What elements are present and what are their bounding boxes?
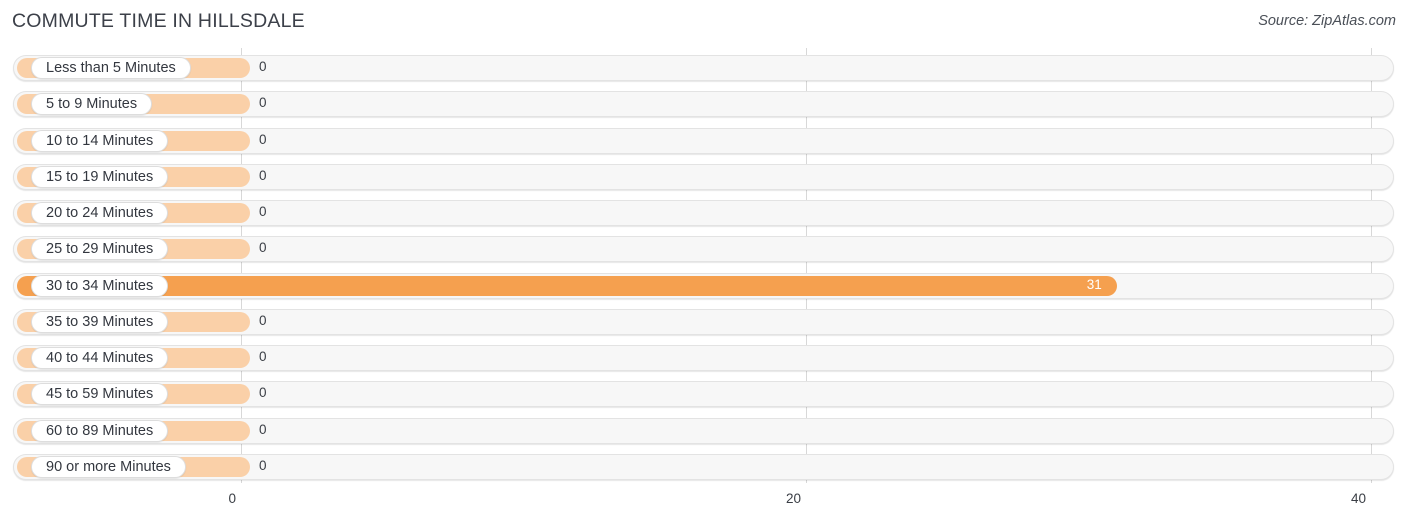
bar-value-label: 0 [259, 240, 267, 256]
bar-value-label: 0 [259, 457, 267, 473]
page-title: COMMUTE TIME IN HILLSDALE [12, 10, 305, 32]
bar-category-label: 40 to 44 Minutes [31, 347, 169, 370]
bar-category-label: Less than 5 Minutes [31, 57, 191, 79]
bar-category-label: 90 or more Minutes [31, 455, 186, 478]
bar-category-label: 35 to 39 Minutes [31, 310, 169, 333]
bar-category-label: 30 to 34 Minutes [31, 274, 169, 297]
chart-row[interactable]: 25 to 29 Minutes 0 [13, 236, 1394, 263]
chart-row[interactable]: 30 to 34 Minutes 31 [13, 272, 1394, 299]
bar-category-label: 15 to 19 Minutes [31, 165, 169, 188]
bar-value-label: 0 [259, 167, 267, 183]
bar-value-label: 0 [259, 95, 267, 111]
bar-value-label: 0 [259, 204, 267, 220]
bar-category-label: 60 to 89 Minutes [31, 419, 169, 442]
bar-value-label: 0 [259, 59, 267, 74]
bar-value-label: 0 [259, 385, 267, 401]
chart-row[interactable]: 35 to 39 Minutes 0 [13, 308, 1394, 335]
chart-row[interactable]: Less than 5 Minutes 0 [13, 55, 1394, 81]
bar-category-label: 20 to 24 Minutes [31, 202, 169, 225]
bar-category-label: 10 to 14 Minutes [31, 129, 169, 152]
chart-row[interactable]: 90 or more Minutes 0 [13, 453, 1394, 480]
bar-value-label: 0 [259, 421, 267, 437]
x-axis: 0 20 40 [0, 483, 1406, 523]
x-tick-label: 20 [785, 491, 801, 506]
chart-row[interactable]: 45 to 59 Minutes 0 [13, 381, 1394, 408]
chart-row[interactable]: 10 to 14 Minutes 0 [13, 127, 1394, 154]
chart-row[interactable]: 60 to 89 Minutes 0 [13, 417, 1394, 444]
chart-row[interactable]: 40 to 44 Minutes 0 [13, 345, 1394, 372]
x-tick-label: 0 [228, 491, 236, 506]
plot-area: Less than 5 Minutes 0 5 to 9 Minutes 0 10 to… [0, 48, 1406, 483]
chart-row[interactable]: 20 to 24 Minutes 0 [13, 200, 1394, 227]
bar-value-label: 0 [259, 349, 267, 365]
chart-row[interactable]: 15 to 19 Minutes 0 [13, 163, 1394, 190]
bar-value-label: 31 [1086, 276, 1102, 292]
bar-category-label: 25 to 29 Minutes [31, 238, 169, 261]
chart-root: COMMUTE TIME IN HILLSDALE Source: ZipAtl… [0, 0, 1406, 523]
source-attribution: Source: ZipAtlas.com [1258, 13, 1396, 29]
bar-category-label: 45 to 59 Minutes [31, 383, 169, 406]
bar-value-label: 0 [259, 312, 267, 328]
bar-category-label: 5 to 9 Minutes [31, 93, 153, 116]
chart-row[interactable]: 5 to 9 Minutes 0 [13, 91, 1394, 118]
bar-value-label: 0 [259, 131, 267, 147]
x-tick-label: 40 [1350, 491, 1366, 506]
bar-7[interactable] [17, 275, 1117, 296]
